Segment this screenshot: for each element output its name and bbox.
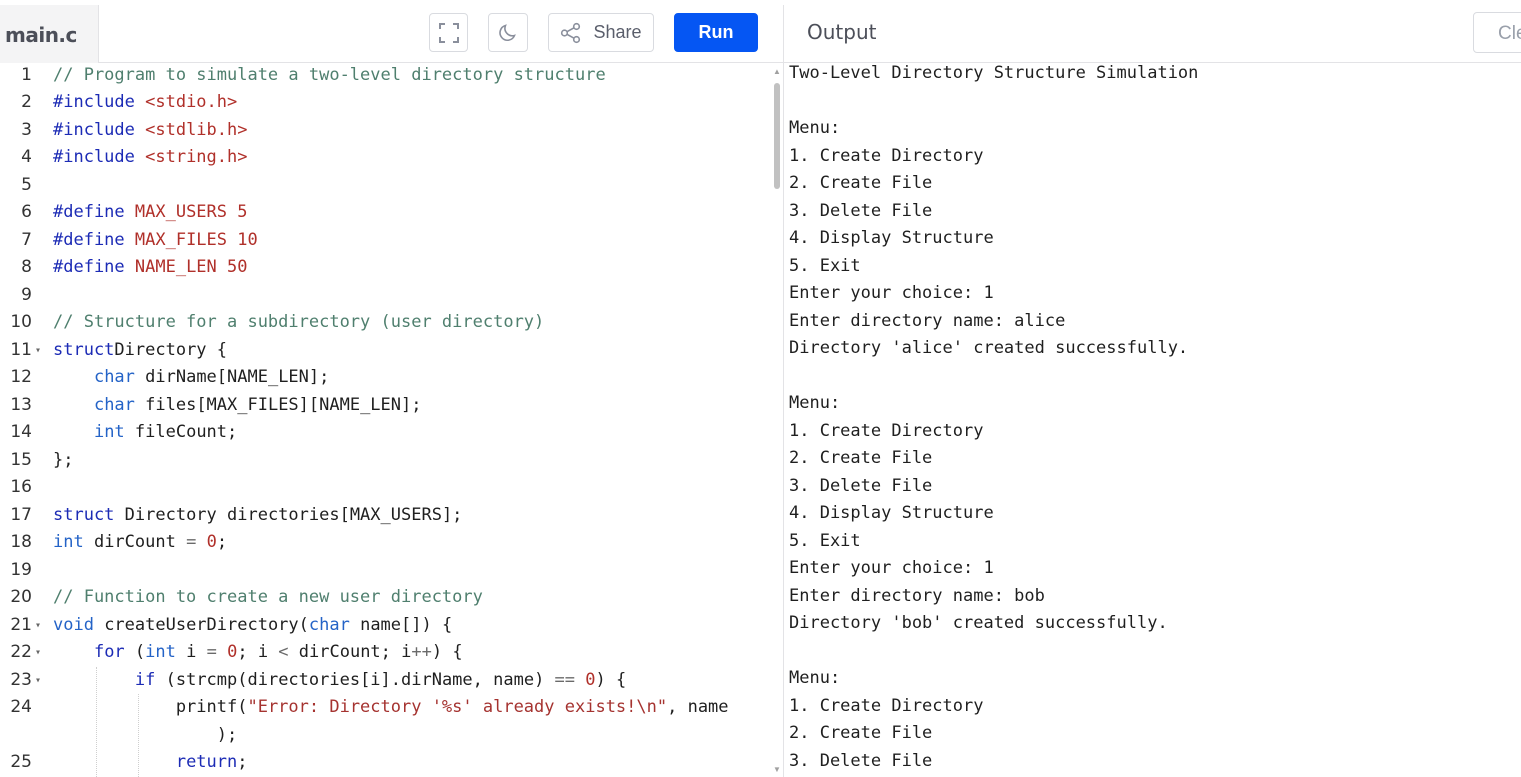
- code-text: #define MAX_FILES 10: [53, 229, 258, 250]
- output-line: 1. Create Directory: [789, 145, 984, 166]
- code-text: #define NAME_LEN 50: [53, 257, 248, 277]
- line-number: 21: [10, 614, 32, 635]
- code-text: printf("Error: Directory '%s' already ex…: [53, 697, 729, 717]
- fold-toggle-icon[interactable]: ▾: [35, 337, 41, 365]
- output-line: Menu:: [789, 668, 841, 688]
- line-number: 8: [21, 257, 32, 277]
- moon-icon: [499, 23, 516, 41]
- scroll-down-arrow-icon[interactable]: ▼: [773, 765, 781, 774]
- file-tab[interactable]: main.c: [0, 5, 99, 63]
- output-line: 5. Exit: [789, 530, 861, 551]
- code-text: #include <stdlib.h>: [53, 119, 248, 140]
- output-line: 3. Delete File: [789, 475, 933, 496]
- top-bar: main.c Share Run Output Clear: [0, 0, 1521, 64]
- editor-scrollbar[interactable]: ▲ ▼: [771, 63, 783, 777]
- line-number: 5: [21, 174, 32, 195]
- fold-toggle-icon[interactable]: ▾: [35, 612, 41, 640]
- line-number: 3: [21, 119, 32, 140]
- share-icon: [561, 22, 581, 43]
- fullscreen-icon: [438, 22, 459, 43]
- line-number: 25: [10, 752, 32, 772]
- code-text: };: [53, 449, 74, 470]
- output-line: 2. Create File: [789, 723, 933, 743]
- output-line: Directory 'alice' created successfully.: [789, 338, 1189, 358]
- code-text: // Program to simulate a two-level direc…: [53, 64, 606, 85]
- line-number: 4: [21, 147, 32, 167]
- line-number: 1: [21, 64, 32, 85]
- output-line: Directory 'bob' created successfully.: [789, 613, 1168, 633]
- output-title: Output: [807, 20, 877, 44]
- code-text: char dirName[NAME_LEN];: [93, 367, 330, 387]
- run-label: Run: [698, 22, 734, 42]
- line-number: 20: [10, 587, 32, 607]
- output-line: Menu:: [789, 393, 841, 413]
- code-text: if (strcmp(directories[i].dirName, name)…: [134, 669, 627, 690]
- code-text: int fileCount;: [93, 422, 238, 442]
- scroll-up-arrow-icon[interactable]: ▲: [773, 67, 781, 76]
- line-number: 9: [21, 284, 32, 305]
- line-number: 13: [10, 394, 32, 415]
- code-text: char files[MAX_FILES][NAME_LEN];: [93, 394, 422, 415]
- line-number: 14: [10, 422, 32, 442]
- pane-divider[interactable]: [783, 5, 784, 777]
- output-line: 4. Display Structure: [789, 228, 994, 248]
- output-line: Enter directory name: bob: [789, 585, 1045, 606]
- output-line: 1. Create Directory: [789, 695, 984, 716]
- line-number: 15: [10, 449, 32, 470]
- output-line: Enter your choice: 1: [789, 283, 994, 303]
- code-text: int dirCount = 0;: [53, 532, 228, 552]
- output-line: Two-Level Directory Structure Simulation: [789, 63, 1199, 83]
- line-number: 24: [10, 697, 32, 717]
- code-text: // Function to create a new user directo…: [53, 587, 483, 607]
- line-number: 11: [10, 339, 32, 360]
- code-text: // Structure for a subdirectory (user di…: [53, 312, 545, 332]
- line-number: 6: [21, 202, 32, 222]
- line-number: 16: [10, 477, 32, 497]
- share-button[interactable]: Share: [548, 13, 654, 52]
- code-text: #define MAX_USERS 5: [53, 202, 248, 222]
- line-number: 23: [10, 669, 32, 690]
- fold-toggle-icon[interactable]: ▾: [35, 667, 41, 695]
- output-line: 1. Create Directory: [789, 420, 984, 441]
- fullscreen-button[interactable]: [429, 13, 468, 52]
- code-text: void createUserDirectory(char name[]) {: [53, 614, 453, 635]
- share-label: Share: [593, 22, 642, 42]
- code-text: for (int i = 0; i < dirCount; i++) {: [93, 642, 463, 662]
- code-text: );: [53, 724, 238, 745]
- line-number: 22: [10, 642, 32, 662]
- line-number: 10: [10, 312, 32, 332]
- code-text: #include <stdio.h>: [53, 92, 238, 112]
- output-line: Menu:: [789, 118, 841, 138]
- code-editor[interactable]: 1 // Program to simulate a two-level dire…: [0, 63, 783, 777]
- line-number: 2: [21, 92, 32, 112]
- indent-guide: [138, 694, 140, 777]
- output-line: 5. Exit: [789, 255, 861, 276]
- line-number: 17: [10, 504, 32, 525]
- line-number: 12: [10, 367, 32, 387]
- output-line: 3. Delete File: [789, 200, 933, 221]
- output-console[interactable]: Two-Level Directory Structure Simulation…: [789, 63, 1521, 777]
- code-text: struct Directory directories[MAX_USERS];: [53, 504, 463, 525]
- scrollbar-thumb[interactable]: [774, 83, 780, 189]
- output-line: Enter directory name: alice: [789, 310, 1066, 331]
- output-line: 4. Display Structure: [789, 503, 994, 523]
- code-text: #include <string.h>: [53, 147, 248, 167]
- fold-toggle-icon[interactable]: ▾: [35, 639, 41, 667]
- run-button[interactable]: Run: [674, 13, 758, 52]
- code-text: return;: [175, 752, 248, 772]
- output-line: Enter your choice: 1: [789, 558, 994, 578]
- line-number: 18: [10, 532, 32, 552]
- code-text: structDirectory {: [53, 339, 228, 360]
- output-line: 3. Delete File: [789, 750, 933, 771]
- clear-button[interactable]: Clear: [1473, 12, 1521, 53]
- file-tab-label: main.c: [5, 23, 77, 47]
- output-line: 2. Create File: [789, 448, 933, 468]
- output-line: 2. Create File: [789, 173, 933, 193]
- theme-toggle-button[interactable]: [488, 13, 528, 52]
- clear-label: Clear: [1498, 23, 1521, 44]
- indent-guide: [96, 666, 98, 777]
- line-number: 7: [21, 229, 32, 250]
- line-number: 19: [10, 559, 32, 580]
